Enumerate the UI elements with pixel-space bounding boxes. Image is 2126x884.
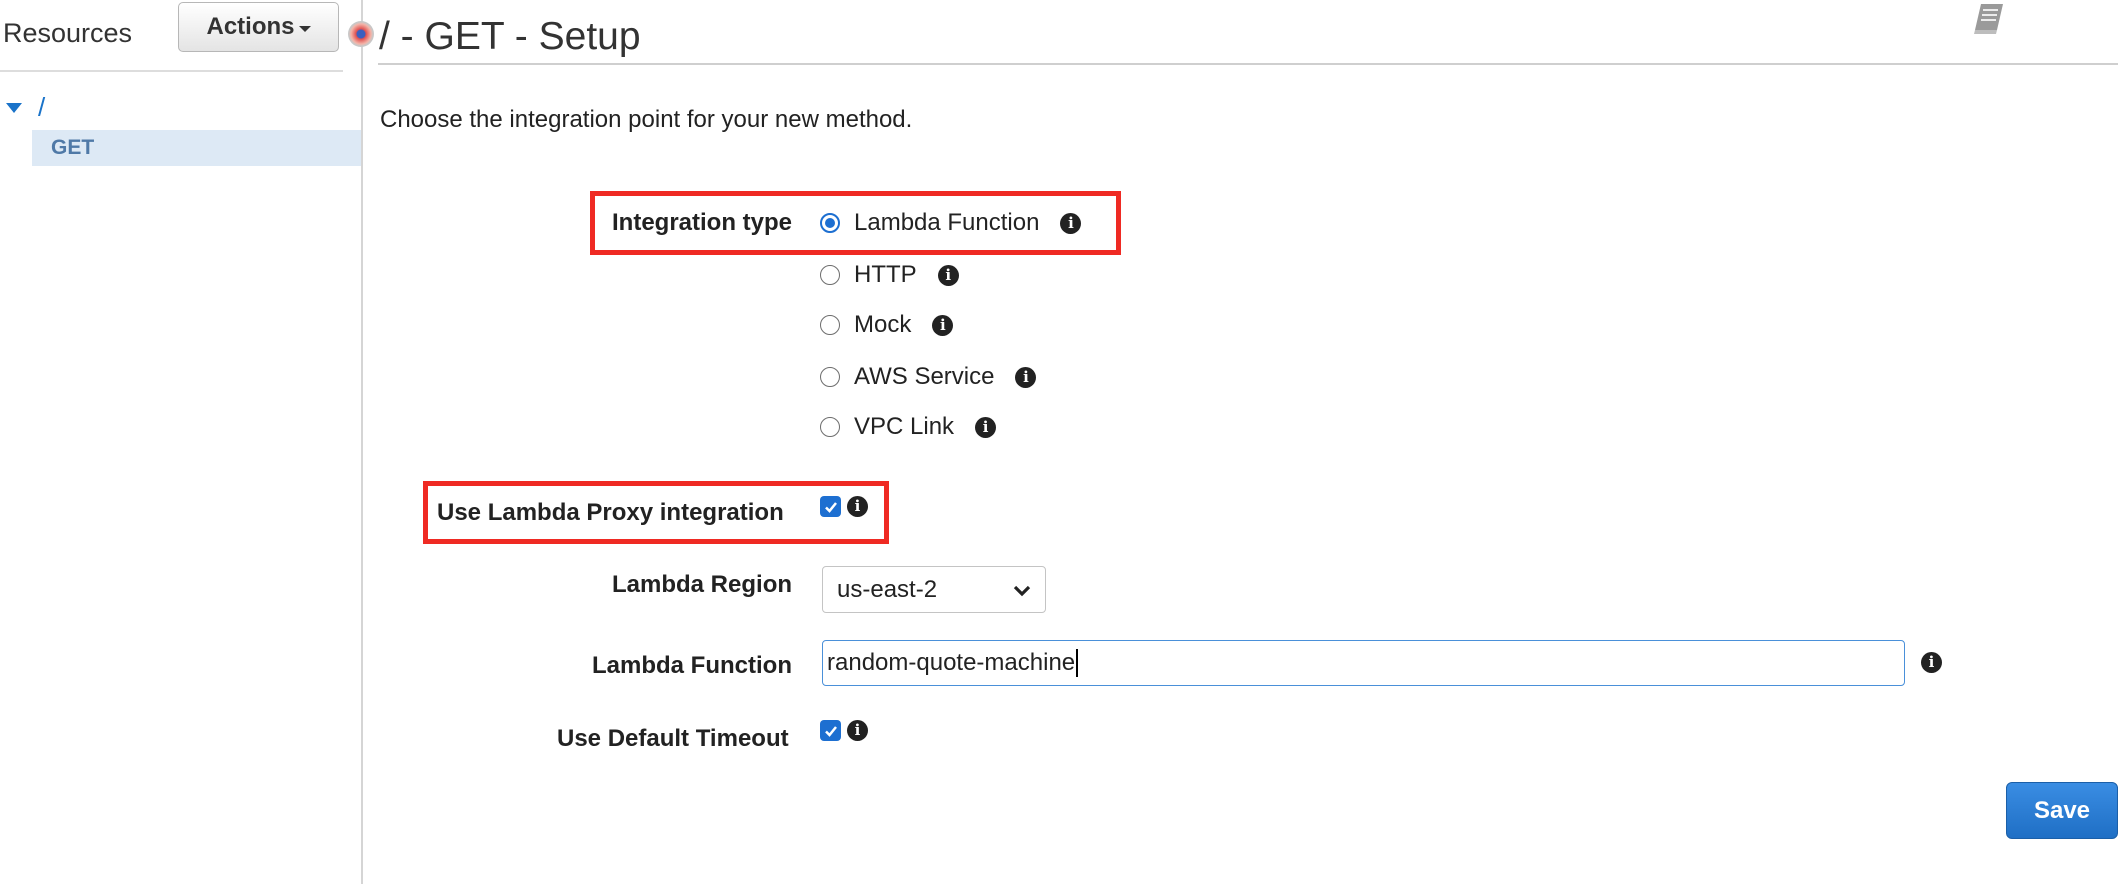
info-icon[interactable]: i — [937, 264, 959, 286]
option-vpc-link[interactable]: VPC Link i — [820, 413, 997, 441]
option-mock[interactable]: Mock i — [820, 311, 954, 339]
default-timeout-checkbox[interactable] — [820, 720, 841, 741]
header-divider — [378, 63, 2118, 65]
book-icon[interactable] — [1969, 0, 2009, 38]
option-aws-service-label: AWS Service — [854, 363, 995, 390]
proxy-integration-label: Use Lambda Proxy integration — [437, 499, 784, 526]
info-icon[interactable]: i — [1015, 366, 1037, 388]
default-timeout-label: Use Default Timeout — [557, 725, 789, 752]
radio-vpc-link[interactable] — [820, 417, 840, 437]
radio-lambda-function[interactable] — [820, 213, 840, 233]
save-button[interactable]: Save — [2006, 782, 2118, 839]
proxy-integration-controls: i — [820, 496, 868, 517]
lambda-region-label: Lambda Region — [612, 571, 793, 598]
info-icon[interactable]: i — [1921, 652, 1942, 673]
integration-type-label: Integration type — [612, 209, 793, 236]
option-http[interactable]: HTTP i — [820, 261, 959, 289]
info-icon[interactable]: i — [932, 314, 954, 336]
option-lambda-function[interactable]: Lambda Function i — [820, 209, 1082, 237]
radio-aws-service[interactable] — [820, 367, 840, 387]
tree-item-root[interactable]: / — [6, 92, 45, 123]
tree-item-get[interactable]: GET — [32, 130, 361, 166]
panel-resize-handle[interactable] — [348, 21, 374, 47]
text-cursor — [1076, 649, 1078, 677]
info-icon[interactable]: i — [847, 496, 868, 517]
tree-get-label: GET — [51, 136, 95, 159]
option-vpc-link-label: VPC Link — [854, 413, 955, 440]
save-label: Save — [2033, 796, 2091, 824]
page-title: / - GET - Setup — [379, 15, 641, 58]
radio-http[interactable] — [820, 265, 840, 285]
default-timeout-controls: i — [820, 720, 868, 741]
lambda-function-label: Lambda Function — [592, 652, 792, 679]
lambda-region-value: us-east-2 — [837, 575, 938, 603]
intro-text: Choose the integration point for your ne… — [380, 106, 913, 133]
caret-down-icon — [298, 26, 311, 32]
actions-button[interactable]: Actions — [178, 2, 339, 52]
option-mock-label: Mock — [854, 311, 912, 338]
lambda-region-select[interactable]: us-east-2 — [822, 566, 1046, 613]
check-icon — [824, 501, 837, 513]
lambda-function-value: random-quote-machine — [827, 649, 1076, 676]
actions-label: Actions — [206, 13, 295, 40]
resources-sidebar: Resources Actions / GET — [0, 0, 363, 884]
info-icon[interactable]: i — [975, 416, 997, 438]
chevron-down-icon — [1013, 585, 1031, 597]
triangle-down-icon[interactable] — [6, 102, 22, 113]
info-icon[interactable]: i — [1060, 212, 1082, 234]
info-icon[interactable]: i — [847, 720, 868, 741]
resources-title: Resources — [3, 18, 133, 48]
option-lambda-function-label: Lambda Function — [854, 209, 1040, 236]
option-aws-service[interactable]: AWS Service i — [820, 363, 1037, 391]
check-icon — [824, 725, 837, 737]
lambda-function-input[interactable]: random-quote-machine — [822, 640, 1905, 686]
radio-mock[interactable] — [820, 315, 840, 335]
resources-header: Resources Actions — [0, 0, 343, 72]
tree-root-label: / — [38, 92, 46, 122]
option-http-label: HTTP — [854, 261, 917, 288]
proxy-integration-checkbox[interactable] — [820, 496, 841, 517]
